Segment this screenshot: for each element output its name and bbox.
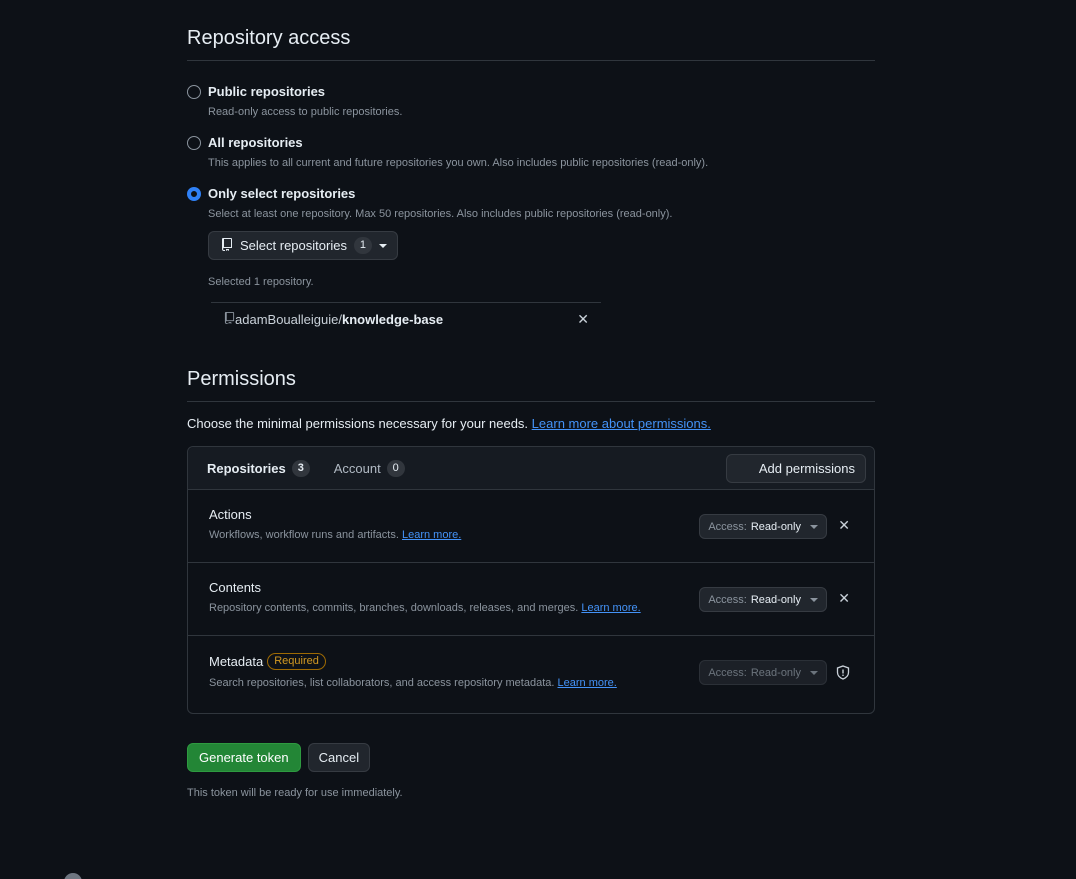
- repository-access-title: Repository access: [187, 26, 875, 61]
- selected-count-text: Selected 1 repository.: [208, 276, 314, 288]
- radio-select[interactable]: [187, 187, 201, 201]
- tab-repositories[interactable]: Repositories 3: [207, 459, 310, 477]
- repository-access-radio-group: Public repositories Read-only access to …: [187, 83, 875, 335]
- learn-more-link[interactable]: Learn more.: [581, 602, 640, 614]
- permissions-box: Repositories 3 Account 0 Add permissions…: [187, 446, 875, 714]
- tab-counter: 3: [291, 459, 310, 477]
- access-label: Access:: [708, 666, 747, 679]
- tab-label: Repositories: [207, 460, 286, 476]
- tab-account[interactable]: Account 0: [333, 459, 405, 477]
- caret-down-icon: [378, 243, 387, 248]
- selected-repo-list: adamBoualleiguie/knowledge-base ✕: [211, 302, 601, 335]
- close-icon[interactable]: ✕: [577, 311, 589, 328]
- avatar: [64, 873, 82, 879]
- repo-icon: [221, 237, 233, 254]
- token-ready-note: This token will be ready for use immedia…: [187, 787, 403, 799]
- radio-description: This applies to all current and future r…: [208, 157, 709, 169]
- permissions-title: Permissions: [187, 367, 875, 402]
- permission-description-text: Repository contents, commits, branches, …: [209, 602, 579, 614]
- close-icon[interactable]: ✕: [838, 517, 850, 534]
- access-label: Access:: [708, 520, 747, 533]
- select-repositories-label: Select repositories: [240, 238, 347, 253]
- radio-label: Public repositories: [208, 84, 326, 99]
- radio-label: All repositories: [208, 135, 303, 150]
- learn-more-link[interactable]: Learn more.: [402, 529, 461, 541]
- generate-token-button[interactable]: Generate token: [187, 743, 301, 772]
- permissions-tabs-header: Repositories 3 Account 0 Add permissions: [188, 447, 874, 490]
- selected-repos-counter: 1: [353, 237, 372, 254]
- permission-description-text: Search repositories, list collaborators,…: [209, 677, 555, 689]
- radio-description: Select at least one repository. Max 50 r…: [208, 208, 673, 220]
- permissions-intro-text: Choose the minimal permissions necessary…: [187, 416, 529, 431]
- shield-icon: [836, 665, 850, 683]
- add-permissions-button[interactable]: Add permissions: [725, 453, 866, 483]
- list-item: adamBoualleiguie/knowledge-base ✕: [211, 303, 601, 335]
- radio-public[interactable]: [187, 85, 201, 99]
- radio-option-public[interactable]: Public repositories Read-only access to …: [187, 83, 875, 120]
- repo-icon: [224, 311, 235, 327]
- access-value: Read-only: [750, 593, 801, 606]
- access-value: Read-only: [750, 520, 801, 533]
- access-dropdown[interactable]: Access: Read-only: [699, 587, 827, 612]
- repository-access-section: Repository access Public repositories Re…: [187, 26, 875, 335]
- caret-down-icon: [810, 524, 818, 529]
- permission-title: Metadata: [209, 654, 264, 669]
- radio-option-select[interactable]: Only select repositories Select at least…: [187, 185, 875, 335]
- access-value: Read-only: [750, 666, 801, 679]
- repo-owner: adamBoualleiguie/: [235, 311, 342, 327]
- permission-row-actions: Actions Workflows, workflow runs and art…: [188, 490, 874, 563]
- permissions-section: Permissions Choose the minimal permissio…: [187, 367, 875, 714]
- cancel-button[interactable]: Cancel: [307, 743, 371, 772]
- radio-all[interactable]: [187, 136, 201, 150]
- access-dropdown: Access: Read-only: [699, 660, 827, 685]
- radio-description: Read-only access to public repositories.: [208, 106, 403, 118]
- learn-more-link[interactable]: Learn more.: [558, 677, 617, 689]
- learn-more-permissions-link[interactable]: Learn more about permissions.: [532, 416, 711, 431]
- permission-row-contents: Contents Repository contents, commits, b…: [188, 563, 874, 636]
- content-column: Repository access Public repositories Re…: [187, 26, 875, 799]
- select-repositories-button[interactable]: Select repositories 1: [208, 231, 398, 260]
- tab-counter: 0: [386, 459, 405, 477]
- permission-description-text: Workflows, workflow runs and artifacts.: [209, 529, 399, 541]
- permissions-intro: Choose the minimal permissions necessary…: [187, 416, 875, 431]
- repo-name: knowledge-base: [341, 311, 444, 327]
- tab-label: Account: [333, 460, 381, 476]
- token-settings-page: Repository access Public repositories Re…: [0, 0, 1076, 879]
- form-actions: Generate token Cancel: [187, 743, 875, 772]
- caret-down-icon: [810, 597, 818, 602]
- radio-label: Only select repositories: [208, 186, 356, 201]
- required-badge: Required: [267, 653, 326, 670]
- radio-option-all[interactable]: All repositories This applies to all cur…: [187, 134, 875, 171]
- access-dropdown[interactable]: Access: Read-only: [699, 514, 827, 539]
- caret-down-icon: [810, 670, 818, 675]
- permission-row-metadata: Metadata Required Search repositories, l…: [188, 636, 874, 713]
- access-label: Access:: [708, 593, 747, 606]
- close-icon[interactable]: ✕: [838, 590, 850, 607]
